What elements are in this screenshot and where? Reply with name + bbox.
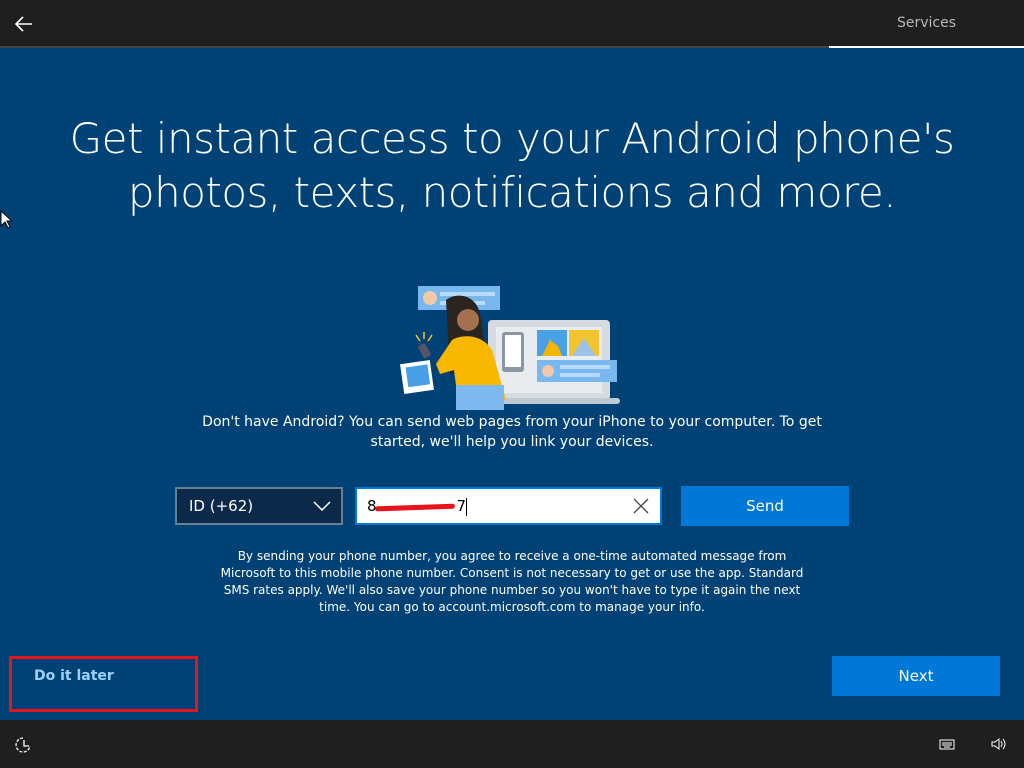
progress-current-section [829, 46, 1024, 48]
country-code-select[interactable]: ID (+62) [175, 487, 343, 525]
phone-link-illustration [400, 286, 620, 410]
volume-icon[interactable] [990, 736, 1006, 752]
country-code-value: ID (+62) [189, 497, 254, 515]
chevron-down-icon [313, 501, 331, 512]
keyboard-icon[interactable] [939, 736, 955, 752]
back-arrow-icon[interactable] [12, 12, 36, 36]
progress-bar [0, 46, 1024, 48]
page-title: Get instant access to your Android phone… [69, 114, 955, 217]
phone-number-input[interactable]: 87 [355, 487, 662, 525]
phone-number-suffix: 7 [456, 497, 467, 515]
annotation-highlight-box [9, 656, 198, 712]
text-caret [466, 497, 468, 516]
step-label-services: Services [896, 15, 957, 31]
next-button[interactable]: Next [832, 656, 1000, 696]
redaction-mark [374, 503, 456, 512]
top-bar: Services [0, 0, 1024, 46]
clear-x-icon[interactable] [632, 497, 650, 515]
ease-of-access-icon[interactable] [15, 736, 33, 754]
send-button[interactable]: Send [681, 486, 849, 526]
description-text: Don't have Android? You can send web pag… [202, 414, 822, 450]
legal-text: By sending your phone number, you agree … [220, 549, 804, 614]
bottom-bar [0, 720, 1024, 768]
